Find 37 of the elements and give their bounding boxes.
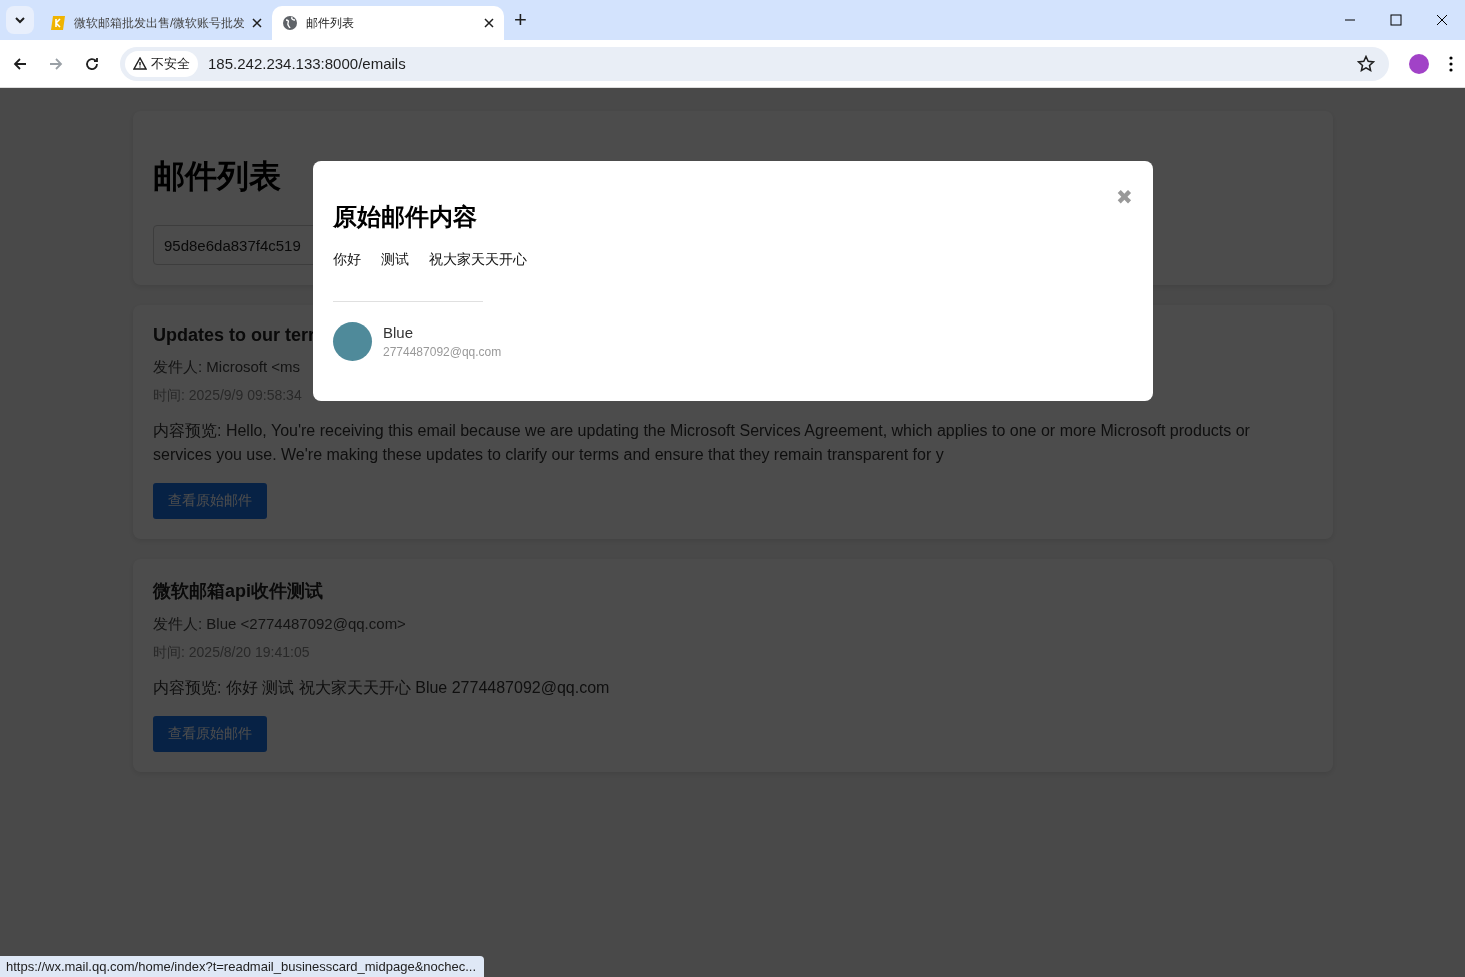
reload-icon[interactable] [84,55,100,72]
email-subject: 微软邮箱api收件测试 [153,580,323,603]
close-icon[interactable] [484,18,494,28]
address-bar[interactable]: 不安全 185.242.234.133:8000/emails [120,46,1389,81]
email-subject: Updates to our terr [153,325,316,346]
modal-title: 原始邮件内容 [333,202,478,232]
signature-email: 2774487092@qq.com [383,345,502,359]
close-icon[interactable] [252,18,262,28]
browser-tab[interactable]: 微软邮箱批发出售/微软账号批发 [40,6,272,40]
globe-icon [282,15,298,31]
menu-icon[interactable] [1449,55,1453,72]
tab-title: 邮件列表 [306,14,355,32]
signature-name: Blue [383,324,415,341]
tab-list-button[interactable] [6,6,34,34]
email-body-text: 测试 [381,251,409,269]
security-chip[interactable]: 不安全 [125,50,198,77]
profile-avatar[interactable] [1409,53,1429,74]
forward-arrow-icon[interactable] [48,55,64,72]
tab-title: 微软邮箱批发出售/微软账号批发 [74,14,244,32]
warning-icon [133,57,147,70]
email-preview: 内容预览: 你好 测试 祝大家天天开心 Blue 2774487092@qq.com [153,678,611,698]
chevron-down-icon [14,14,26,26]
email-body-text: 祝大家天天开心 [429,251,527,269]
link-status-bar: https://wx.mail.qq.com/home/index?t=readmail_businesscard_midpage&nochec... [0,956,485,977]
page-title: 邮件列表 [153,157,281,196]
back-arrow-icon[interactable] [12,55,28,72]
star-icon[interactable] [1357,54,1375,73]
email-body-text: 你好 [333,251,361,269]
site-favicon-icon [50,15,66,31]
security-label: 不安全 [151,54,190,73]
url-text: 185.242.234.133:8000/emails [208,55,406,72]
maximize-icon[interactable] [1390,14,1402,26]
email-preview: 内容预览: Hello, You're receiving this email because we are updating the Microsoft Services Agreement, which applies to one or more Microsoft products or services you use. We're making these updates to clarify our terms and ensure that they remain transparent for y [153,421,1251,465]
close-icon[interactable] [1436,14,1448,26]
browser-tab[interactable]: 邮件列表 [272,6,504,40]
avatar-photo-placeholder [333,322,372,361]
new-tab-button[interactable]: + [510,9,531,31]
